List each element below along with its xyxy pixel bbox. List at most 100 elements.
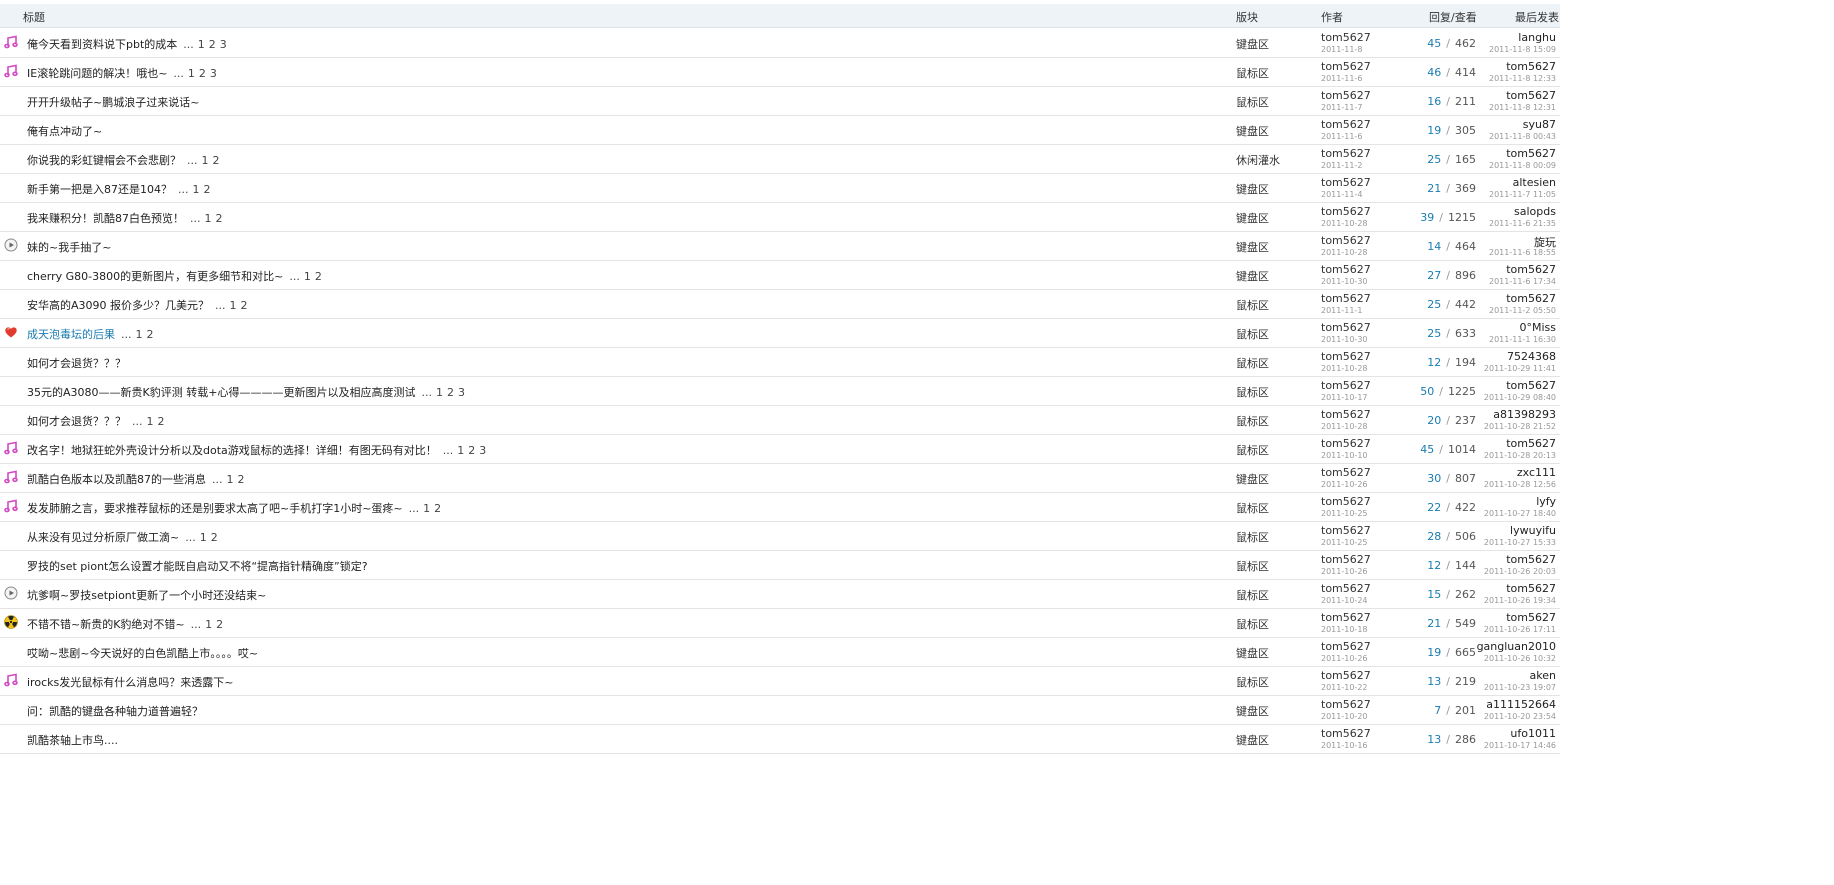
page-link[interactable]: 3 [458, 386, 465, 399]
page-link[interactable]: 2 [434, 502, 441, 515]
thread-title-link[interactable]: 改名字！地狱狂蛇外壳设计分析以及dota游戏鼠标的选择！详细！有图无码有对比！ [27, 444, 437, 457]
thread-title-link[interactable]: 新手第一把是入87还是104？ [27, 183, 172, 196]
forum-link[interactable]: 鼠标区 [1236, 65, 1269, 81]
page-link[interactable]: 3 [479, 444, 486, 457]
forum-link[interactable]: 鼠标区 [1236, 500, 1269, 516]
forum-link[interactable]: 键盘区 [1236, 732, 1269, 748]
forum-link[interactable]: 鼠标区 [1236, 558, 1269, 574]
thread-title-link[interactable]: 哎呦~悲剧~今天说好的白色凯酷上市。。。。哎~ [27, 647, 258, 660]
last-poster-link[interactable]: tom5627 [1506, 147, 1556, 160]
last-post-date-link[interactable]: 2011-10-26 20:03 [1484, 567, 1556, 576]
last-poster-link[interactable]: 7524368 [1507, 350, 1556, 363]
page-link[interactable]: 1 [230, 299, 237, 312]
last-post-date-link[interactable]: 2011-10-23 19:07 [1484, 683, 1556, 692]
last-poster-link[interactable]: gangluan2010 [1477, 640, 1556, 653]
page-link[interactable]: 1 [193, 183, 200, 196]
forum-link[interactable]: 鼠标区 [1236, 442, 1269, 458]
last-post-date-link[interactable]: 2011-11-6 17:34 [1489, 277, 1556, 286]
last-poster-link[interactable]: a111152664 [1486, 698, 1556, 711]
forum-link[interactable]: 鼠标区 [1236, 529, 1269, 545]
thread-title-link[interactable]: 35元的A3080——新贵K豹评测 转载+心得————更新图片以及相应高度测试 [27, 386, 415, 399]
page-link[interactable]: 1 [227, 473, 234, 486]
last-poster-link[interactable]: a81398293 [1493, 408, 1556, 421]
page-link[interactable]: 1 [136, 328, 143, 341]
page-link[interactable]: 1 [200, 531, 207, 544]
last-poster-link[interactable]: tom5627 [1506, 263, 1556, 276]
forum-link[interactable]: 鼠标区 [1236, 616, 1269, 632]
last-poster-link[interactable]: ufo1011 [1510, 727, 1556, 740]
thread-title-link[interactable]: 发发肺腑之言，要求推荐鼠标的还是别要求太高了吧~手机打字1小时~蛋疼~ [27, 502, 403, 515]
page-link[interactable]: 1 [147, 415, 154, 428]
last-poster-link[interactable]: tom5627 [1506, 292, 1556, 305]
page-link[interactable]: 2 [216, 618, 223, 631]
page-link[interactable]: 2 [209, 38, 216, 51]
page-link[interactable]: 1 [198, 38, 205, 51]
last-post-date-link[interactable]: 2011-11-1 16:30 [1489, 335, 1556, 344]
thread-title-link[interactable]: 不错不错~新贵的K豹绝对不错~ [27, 618, 185, 631]
page-link[interactable]: 2 [447, 386, 454, 399]
last-post-date-link[interactable]: 2011-11-8 12:33 [1489, 74, 1556, 83]
page-link[interactable]: 2 [204, 183, 211, 196]
last-post-date-link[interactable]: 2011-11-8 00:43 [1489, 132, 1556, 141]
page-link[interactable]: 2 [211, 531, 218, 544]
last-post-date-link[interactable]: 2011-11-8 15:09 [1489, 45, 1556, 54]
forum-link[interactable]: 键盘区 [1236, 181, 1269, 197]
page-link[interactable]: 2 [158, 415, 165, 428]
page-link[interactable]: 2 [238, 473, 245, 486]
last-post-date-link[interactable]: 2011-10-28 21:52 [1484, 422, 1556, 431]
last-poster-link[interactable]: lywuyifu [1510, 524, 1556, 537]
last-post-date-link[interactable]: 2011-10-29 11:41 [1484, 364, 1556, 373]
forum-link[interactable]: 鼠标区 [1236, 674, 1269, 690]
last-poster-link[interactable]: altesien [1513, 176, 1556, 189]
last-poster-link[interactable]: tom5627 [1506, 553, 1556, 566]
last-post-date-link[interactable]: 2011-10-28 20:13 [1484, 451, 1556, 460]
page-link[interactable]: 1 [304, 270, 311, 283]
thread-title-link[interactable]: IE滚轮跳问题的解决！哦也~ [27, 67, 167, 80]
last-poster-link[interactable]: tom5627 [1506, 60, 1556, 73]
forum-link[interactable]: 键盘区 [1236, 123, 1269, 139]
last-poster-link[interactable]: zxc111 [1517, 466, 1556, 479]
forum-link[interactable]: 鼠标区 [1236, 355, 1269, 371]
forum-link[interactable]: 键盘区 [1236, 268, 1269, 284]
page-link[interactable]: 3 [210, 67, 217, 80]
last-post-date-link[interactable]: 2011-11-8 12:31 [1489, 103, 1556, 112]
forum-link[interactable]: 键盘区 [1236, 703, 1269, 719]
page-link[interactable]: 1 [205, 618, 212, 631]
last-poster-link[interactable]: tom5627 [1506, 582, 1556, 595]
forum-link[interactable]: 键盘区 [1236, 36, 1269, 52]
thread-title-link[interactable]: 凯酷茶轴上市鸟.... [27, 734, 118, 747]
last-post-date-link[interactable]: 2011-11-6 18:55 [1489, 248, 1556, 257]
thread-title-link[interactable]: 如何才会退货？？？ [27, 357, 126, 370]
page-link[interactable]: 2 [199, 67, 206, 80]
last-post-date-link[interactable]: 2011-10-28 12:56 [1484, 480, 1556, 489]
thread-title-link[interactable]: 成天泡毒坛的后果 [27, 328, 115, 341]
page-link[interactable]: 2 [147, 328, 154, 341]
thread-title-link[interactable]: 问：凯酷的键盘各种轴力道普遍轻？ [27, 705, 203, 718]
forum-link[interactable]: 键盘区 [1236, 210, 1269, 226]
thread-title-link[interactable]: 妹的~我手抽了~ [27, 241, 111, 254]
page-link[interactable]: 3 [220, 38, 227, 51]
page-link[interactable]: 1 [457, 444, 464, 457]
last-poster-link[interactable]: tom5627 [1506, 89, 1556, 102]
last-post-date-link[interactable]: 2011-10-20 23:54 [1484, 712, 1556, 721]
forum-link[interactable]: 键盘区 [1236, 239, 1269, 255]
forum-link[interactable]: 鼠标区 [1236, 384, 1269, 400]
last-post-date-link[interactable]: 2011-11-2 05:50 [1489, 306, 1556, 315]
thread-title-link[interactable]: 俺有点冲动了~ [27, 125, 102, 138]
thread-title-link[interactable]: 安华高的A3090 报价多少？几美元？ [27, 299, 209, 312]
page-link[interactable]: 2 [241, 299, 248, 312]
last-poster-link[interactable]: tom5627 [1506, 611, 1556, 624]
forum-link[interactable]: 休闲灌水 [1236, 152, 1280, 168]
page-link[interactable]: 2 [216, 212, 223, 225]
last-poster-link[interactable]: syu87 [1523, 118, 1556, 131]
thread-title-link[interactable]: 凯酷白色版本以及凯酷87的一些消息 [27, 473, 206, 486]
page-link[interactable]: 2 [315, 270, 322, 283]
last-poster-link[interactable]: tom5627 [1506, 379, 1556, 392]
thread-title-link[interactable]: irocks发光鼠标有什么消息吗？来透露下~ [27, 676, 233, 689]
forum-link[interactable]: 鼠标区 [1236, 326, 1269, 342]
forum-link[interactable]: 鼠标区 [1236, 587, 1269, 603]
last-post-date-link[interactable]: 2011-10-27 18:40 [1484, 509, 1556, 518]
forum-link[interactable]: 键盘区 [1236, 645, 1269, 661]
last-post-date-link[interactable]: 2011-11-7 11:05 [1489, 190, 1556, 199]
last-post-date-link[interactable]: 2011-10-26 19:34 [1484, 596, 1556, 605]
